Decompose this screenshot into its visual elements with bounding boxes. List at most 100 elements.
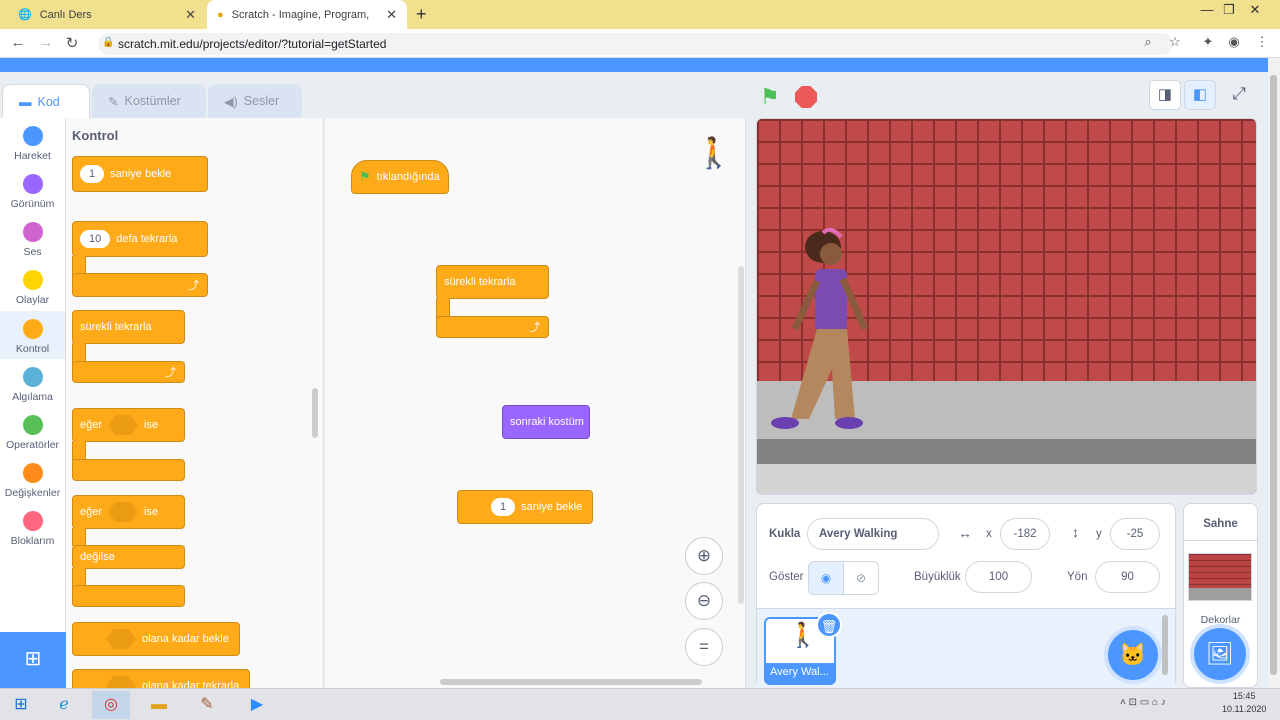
sprite-list-scrollbar[interactable] xyxy=(1162,615,1168,675)
boolean-slot[interactable] xyxy=(108,502,139,522)
category-operators[interactable]: Operatörler xyxy=(0,407,65,455)
file-explorer-icon[interactable]: ▬ xyxy=(140,691,178,719)
browser-tab-canli-ders[interactable]: 🌐 Canlı Ders ✕ xyxy=(8,0,206,29)
category-menu: Hareket Görünüm Ses Olaylar Kontrol Algı… xyxy=(0,118,66,688)
extensions-icon[interactable]: ✦ xyxy=(1198,34,1218,50)
block-forever[interactable]: sürekli tekrarla xyxy=(72,310,185,344)
hide-button[interactable]: ⊘ xyxy=(843,561,879,595)
boolean-slot[interactable] xyxy=(108,415,139,435)
url-text: scratch.mit.edu/projects/editor/?tutoria… xyxy=(118,37,387,51)
browser-menu-icon[interactable]: ⋮ xyxy=(1252,34,1272,50)
profile-avatar[interactable]: ◉ xyxy=(1224,34,1244,50)
category-looks[interactable]: Görünüm xyxy=(0,166,65,214)
close-icon[interactable]: ✕ xyxy=(386,7,397,23)
back-icon[interactable]: ← xyxy=(8,34,28,51)
tray-icons[interactable]: ˄ ⊡ ▭ ⌂ ♪ xyxy=(1120,697,1166,708)
choose-backdrop-button[interactable]: 🖼 xyxy=(1194,628,1246,680)
tab-costumes[interactable]: ✎ Kostümler xyxy=(92,84,206,118)
block-when-flag-clicked[interactable]: ⚑ tıklandığında xyxy=(351,160,449,194)
block-wait[interactable]: 1 saniye bekle xyxy=(72,156,208,192)
workspace-v-scrollbar[interactable] xyxy=(738,266,744,604)
taskbar-clock[interactable]: 15:45 10.11.2020 xyxy=(1222,690,1266,716)
category-dot xyxy=(22,367,43,387)
stage-thumbnail[interactable] xyxy=(1188,553,1252,601)
boolean-slot[interactable] xyxy=(106,629,136,649)
bookmark-star-icon[interactable]: ☆ xyxy=(1165,34,1185,50)
block-input[interactable]: 10 xyxy=(80,230,111,248)
choose-sprite-button[interactable]: 🐱 xyxy=(1108,630,1158,680)
block-label: olana kadar bekle xyxy=(142,633,229,645)
sprite-name-field[interactable]: Avery Walking xyxy=(807,518,939,550)
tab-label: Sesler xyxy=(243,94,280,108)
delete-sprite-button[interactable]: 🗑 xyxy=(816,612,842,638)
paint-icon[interactable]: ✎ xyxy=(188,691,226,719)
block-wait[interactable]: 1 saniye bekle xyxy=(457,490,593,524)
code-workspace[interactable]: ⚑ tıklandığında sürekli tekrarla ⤴ sonra… xyxy=(325,118,746,688)
cat-plus-icon: 🐱 xyxy=(1119,642,1147,667)
category-sensing[interactable]: Algılama xyxy=(0,359,65,407)
tab-sounds[interactable]: ◀) Sesler xyxy=(208,84,302,118)
forward-icon[interactable]: → xyxy=(36,34,56,51)
add-extension-button[interactable]: ⊞ xyxy=(0,632,66,688)
zoom-reset-button[interactable]: = xyxy=(685,628,723,666)
palette-scrollbar[interactable] xyxy=(312,388,318,438)
block-forever[interactable]: sürekli tekrarla xyxy=(436,265,549,299)
category-label: Görünüm xyxy=(10,198,55,210)
block-if-else[interactable]: eğer ise xyxy=(72,495,185,529)
y-field[interactable]: -25 xyxy=(1110,518,1160,550)
edge-icon[interactable]: ℯ xyxy=(45,691,83,719)
size-field[interactable]: 100 xyxy=(965,561,1032,593)
category-my-blocks[interactable]: Bloklarım xyxy=(0,503,65,551)
browser-tab-scratch[interactable]: ● Scratch - Imagine, Program, Shar ✕ xyxy=(207,0,407,29)
zoom-icon[interactable]: ⌕ xyxy=(1138,34,1158,50)
brush-icon: ✎ xyxy=(108,94,119,109)
workspace-h-scrollbar[interactable] xyxy=(440,679,702,685)
category-dot xyxy=(22,174,43,194)
sprite-thumbnail-image: 🚶 xyxy=(788,622,818,649)
category-label: Ses xyxy=(23,246,42,258)
block-next-costume[interactable]: sonraki kostüm xyxy=(502,405,590,439)
block-label: saniye bekle xyxy=(110,168,172,180)
windows-start-icon[interactable]: ⊞ xyxy=(2,691,40,719)
clock-time: 15:45 xyxy=(1232,691,1256,701)
url-field[interactable]: 🔒 scratch.mit.edu/projects/editor/?tutor… xyxy=(98,33,1173,55)
block-label: sonraki kostüm xyxy=(510,416,584,428)
reload-icon[interactable]: ↻ xyxy=(62,34,82,52)
large-stage-button[interactable]: ◧ xyxy=(1184,80,1216,110)
loop-arrow-icon: ⤴ xyxy=(188,280,199,292)
category-variables[interactable]: Değişkenler xyxy=(0,455,65,503)
boolean-slot[interactable] xyxy=(106,676,136,688)
zoom-out-button[interactable]: ⊖ xyxy=(685,582,723,620)
category-dot xyxy=(22,222,43,242)
tab-code[interactable]: ▬ Kod xyxy=(2,84,90,118)
chrome-icon[interactable]: ◎ xyxy=(92,691,130,719)
zoom-in-button[interactable]: ⊕ xyxy=(685,537,723,575)
block-repeat[interactable]: 10 defa tekrarla xyxy=(72,221,208,257)
zoom-app-icon[interactable]: ▶ xyxy=(238,691,276,719)
block-wait-until[interactable]: olana kadar bekle xyxy=(72,622,240,656)
scratch-favicon-icon: ● xyxy=(217,8,224,21)
category-dot xyxy=(22,511,43,531)
block-if-then[interactable]: eğer ise xyxy=(72,408,185,442)
stage[interactable] xyxy=(756,118,1257,495)
direction-field[interactable]: 90 xyxy=(1095,561,1160,593)
block-input[interactable]: 1 xyxy=(80,165,105,183)
avery-walking-sprite[interactable] xyxy=(757,119,1257,495)
page-scrollbar-thumb[interactable] xyxy=(1270,75,1277,675)
category-sound[interactable]: Ses xyxy=(0,214,65,262)
category-control[interactable]: Kontrol xyxy=(0,311,65,359)
stop-button[interactable] xyxy=(795,86,817,108)
block-input[interactable]: 1 xyxy=(491,498,516,516)
close-icon[interactable]: ✕ xyxy=(185,7,196,23)
fullscreen-button[interactable]: ⤢ xyxy=(1223,80,1255,110)
category-events[interactable]: Olaylar xyxy=(0,262,65,310)
category-label: Olaylar xyxy=(15,294,50,306)
window-close-icon[interactable]: ✕ xyxy=(1240,2,1270,18)
green-flag-button[interactable]: ⚑ xyxy=(760,84,780,110)
x-field[interactable]: -182 xyxy=(1000,518,1050,550)
show-visible-button[interactable]: ◉ xyxy=(808,561,844,595)
new-tab-icon[interactable]: + xyxy=(416,4,427,25)
category-motion[interactable]: Hareket xyxy=(0,118,65,166)
small-stage-button[interactable]: ◨ xyxy=(1149,80,1181,110)
block-repeat-until[interactable]: olana kadar tekrarla xyxy=(72,669,250,688)
